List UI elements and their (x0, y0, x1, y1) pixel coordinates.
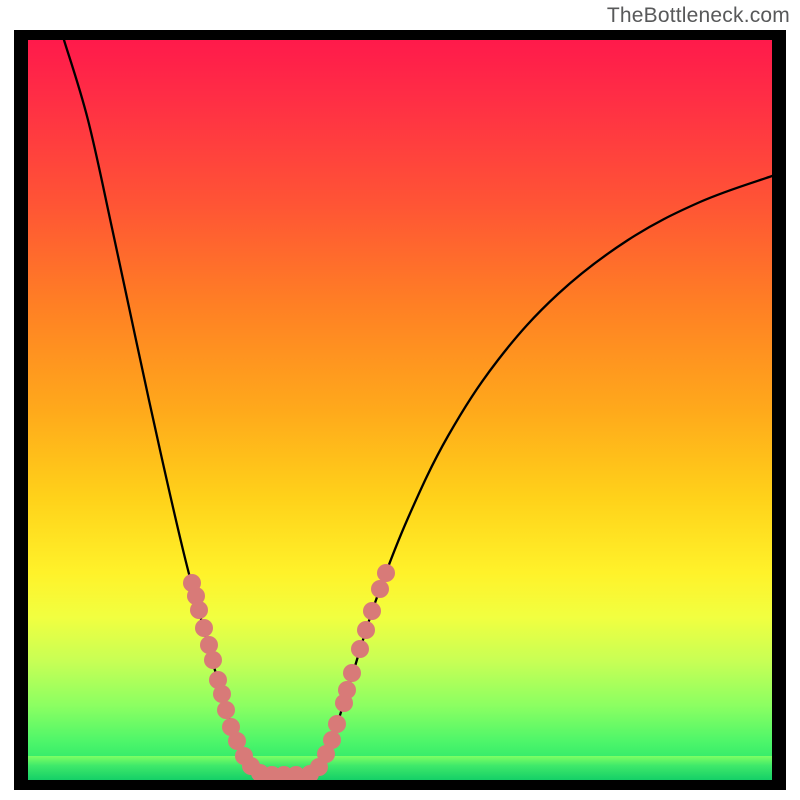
data-dot (204, 651, 222, 669)
data-dot (338, 681, 356, 699)
data-dot (363, 602, 381, 620)
data-dot (343, 664, 361, 682)
data-dot (351, 640, 369, 658)
data-dot (357, 621, 375, 639)
data-dot (190, 601, 208, 619)
data-dot (323, 731, 341, 749)
data-dot (371, 580, 389, 598)
plot-area (28, 40, 772, 780)
data-dot (377, 564, 395, 582)
data-dot (195, 619, 213, 637)
chart-container: TheBottleneck.com (0, 0, 800, 800)
data-dot (213, 685, 231, 703)
data-dot (217, 701, 235, 719)
data-dot (328, 715, 346, 733)
data-dots-layer (28, 40, 772, 780)
watermark-text: TheBottleneck.com (607, 4, 790, 28)
plot-frame (14, 30, 786, 790)
